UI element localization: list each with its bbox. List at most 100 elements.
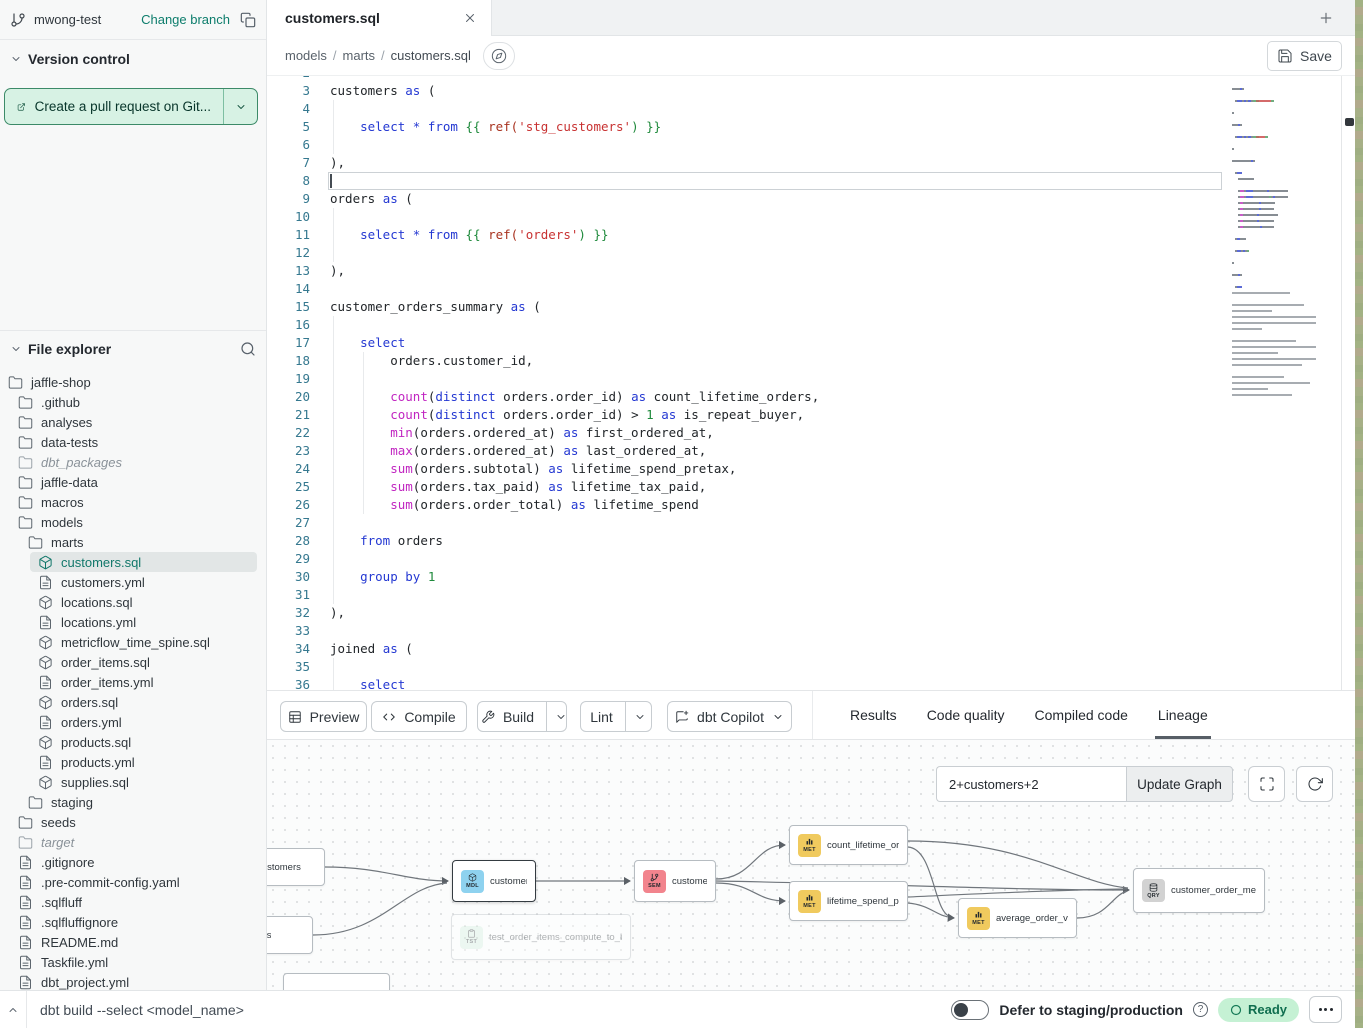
dbt-copilot-button[interactable]: dbt Copilot — [667, 701, 792, 732]
tree-item-dbt-project-yml[interactable]: dbt_project.yml — [10, 972, 257, 990]
tree-item-locations-sql[interactable]: locations.sql — [30, 592, 257, 612]
tree-item--github[interactable]: .github — [10, 392, 257, 412]
lineage-node-customers[interactable]: SEMcustomers — [634, 860, 716, 902]
lineage-node-count-lifetime-orders[interactable]: METcount_lifetime_orders — [789, 825, 908, 865]
code-line-18[interactable]: 18 orders.customer_id, — [267, 352, 1341, 370]
update-graph-button[interactable]: Update Graph — [1126, 766, 1233, 802]
code-line-34[interactable]: 34joined as ( — [267, 640, 1341, 658]
code-line-6[interactable]: 6 — [267, 136, 1341, 154]
code-line-31[interactable]: 31 — [267, 586, 1341, 604]
code-line-11[interactable]: 11 select * from {{ ref('orders') }} — [267, 226, 1341, 244]
tree-item-jaffle-shop[interactable]: jaffle-shop — [0, 372, 257, 392]
code-line-22[interactable]: 22 min(orders.ordered_at) as first_order… — [267, 424, 1341, 442]
code-line-10[interactable]: 10 — [267, 208, 1341, 226]
code-line-15[interactable]: 15customer_orders_summary as ( — [267, 298, 1341, 316]
lineage-node-orders[interactable]: orders — [267, 916, 313, 954]
tree-item-locations-yml[interactable]: locations.yml — [30, 612, 257, 632]
code-line-35[interactable]: 35 — [267, 658, 1341, 676]
code-line-9[interactable]: 9orders as ( — [267, 190, 1341, 208]
code-line-25[interactable]: 25 sum(orders.tax_paid) as lifetime_tax_… — [267, 478, 1341, 496]
tree-item-order-items-yml[interactable]: order_items.yml — [30, 672, 257, 692]
new-tab-button[interactable] — [1309, 6, 1343, 30]
tree-item-orders-yml[interactable]: orders.yml — [30, 712, 257, 732]
collapse-panel-button[interactable] — [0, 991, 27, 1028]
breadcrumb-marts[interactable]: marts — [343, 48, 376, 63]
command-input[interactable]: dbt build --select <model_name> — [40, 1002, 244, 1018]
tree-item--pre-commit-config-yaml[interactable]: .pre-commit-config.yaml — [10, 872, 257, 892]
version-control-header[interactable]: Version control — [0, 42, 266, 76]
copilot-compass-button[interactable] — [483, 42, 515, 70]
breadcrumb-file[interactable]: customers.sql — [391, 48, 471, 63]
tree-item-customers-yml[interactable]: customers.yml — [30, 572, 257, 592]
code-line-21[interactable]: 21 count(distinct orders.order_id) > 1 a… — [267, 406, 1341, 424]
code-line-28[interactable]: 28 from orders — [267, 532, 1341, 550]
change-branch-link[interactable]: Change branch — [141, 12, 230, 27]
code-line-23[interactable]: 23 max(orders.ordered_at) as last_ordere… — [267, 442, 1341, 460]
more-options-button[interactable] — [1309, 996, 1342, 1023]
tree-item-jaffle-data[interactable]: jaffle-data — [10, 472, 257, 492]
code-line-19[interactable]: 19 — [267, 370, 1341, 388]
tab-customers-sql[interactable]: customers.sql — [267, 0, 492, 36]
code-line-13[interactable]: 13), — [267, 262, 1341, 280]
breadcrumb-models[interactable]: models — [285, 48, 327, 63]
tree-item-readme-md[interactable]: README.md — [10, 932, 257, 952]
tree-item-supplies-sql[interactable]: supplies.sql — [30, 772, 257, 792]
tree-item-order-items-sql[interactable]: order_items.sql — [30, 652, 257, 672]
code-line-12[interactable]: 12 — [267, 244, 1341, 262]
code-line-26[interactable]: 26 sum(orders.order_total) as lifetime_s… — [267, 496, 1341, 514]
code-line-27[interactable]: 27 — [267, 514, 1341, 532]
refresh-button[interactable] — [1296, 766, 1333, 802]
tree-item-metricflow-time-spine-sql[interactable]: metricflow_time_spine.sql — [30, 632, 257, 652]
lineage-selector-input[interactable] — [936, 766, 1126, 802]
build-dropdown[interactable] — [546, 702, 575, 731]
lint-dropdown[interactable] — [625, 702, 654, 731]
lineage-node-customer-order-metrics[interactable]: QRYcustomer_order_metrics — [1133, 868, 1265, 913]
lineage-node-customers[interactable]: MDLcustomers — [452, 860, 536, 902]
code-line-8[interactable]: 8 — [267, 172, 1341, 190]
lineage-node-test-order-items-compute-to-bools-[interactable]: TSTtest_order_items_compute_to_bools... — [451, 914, 631, 960]
tree-item-products-yml[interactable]: products.yml — [30, 752, 257, 772]
tree-item-macros[interactable]: macros — [10, 492, 257, 512]
code-line-30[interactable]: 30 group by 1 — [267, 568, 1341, 586]
lineage-node-lifetime-spend-pretax[interactable]: METlifetime_spend_pretax — [789, 881, 908, 921]
lineage-node-average-order-value[interactable]: METaverage_order_value — [958, 898, 1077, 938]
close-icon[interactable] — [463, 11, 477, 25]
code-line-17[interactable]: 17 select — [267, 334, 1341, 352]
tab-results[interactable]: Results — [835, 691, 912, 739]
tab-compiled-code[interactable]: Compiled code — [1020, 691, 1143, 739]
code-line-36[interactable]: 36 select — [267, 676, 1341, 690]
tree-item-data-tests[interactable]: data-tests — [10, 432, 257, 452]
help-icon[interactable]: ? — [1193, 1002, 1208, 1017]
tree-item-customers-sql[interactable]: customers.sql — [30, 552, 257, 572]
code-line-29[interactable]: 29 — [267, 550, 1341, 568]
code-line-32[interactable]: 32), — [267, 604, 1341, 622]
compile-button[interactable]: Compile — [371, 701, 467, 732]
tree-item--gitignore[interactable]: .gitignore — [10, 852, 257, 872]
tab-lineage[interactable]: Lineage — [1143, 691, 1223, 739]
file-explorer-header[interactable]: File explorer — [0, 330, 266, 364]
copy-icon[interactable] — [240, 12, 256, 28]
code-line-33[interactable]: 33 — [267, 622, 1341, 640]
code-line-20[interactable]: 20 count(distinct orders.order_id) as co… — [267, 388, 1341, 406]
scrollbar-thumb[interactable] — [1345, 118, 1354, 126]
tree-item-products-sql[interactable]: products.sql — [30, 732, 257, 752]
code-line-7[interactable]: 7), — [267, 154, 1341, 172]
code-line-16[interactable]: 16 — [267, 316, 1341, 334]
tree-item--sqlfluffignore[interactable]: .sqlfluffignore — [10, 912, 257, 932]
code-line-24[interactable]: 24 sum(orders.subtotal) as lifetime_spen… — [267, 460, 1341, 478]
create-pr-dropdown[interactable] — [223, 89, 257, 124]
code-editor[interactable]: 23customers as (45 select * from {{ ref(… — [267, 76, 1341, 690]
tree-item-orders-sql[interactable]: orders.sql — [30, 692, 257, 712]
preview-button[interactable]: Preview — [280, 701, 367, 732]
search-icon[interactable] — [240, 341, 256, 357]
tree-item-marts[interactable]: marts — [20, 532, 257, 552]
lineage-pane[interactable]: stg_customersordersMDLcustomersTSTtest_o… — [267, 740, 1355, 990]
tree-item-staging[interactable]: staging — [20, 792, 257, 812]
tree-item-dbt-packages[interactable]: dbt_packages — [10, 452, 257, 472]
code-line-3[interactable]: 3customers as ( — [267, 82, 1341, 100]
tree-item--sqlfluff[interactable]: .sqlfluff — [10, 892, 257, 912]
lineage-node-partial[interactable] — [283, 973, 390, 990]
minimap[interactable] — [1232, 82, 1316, 400]
save-button[interactable]: Save — [1267, 41, 1342, 71]
defer-toggle[interactable] — [951, 1000, 989, 1020]
